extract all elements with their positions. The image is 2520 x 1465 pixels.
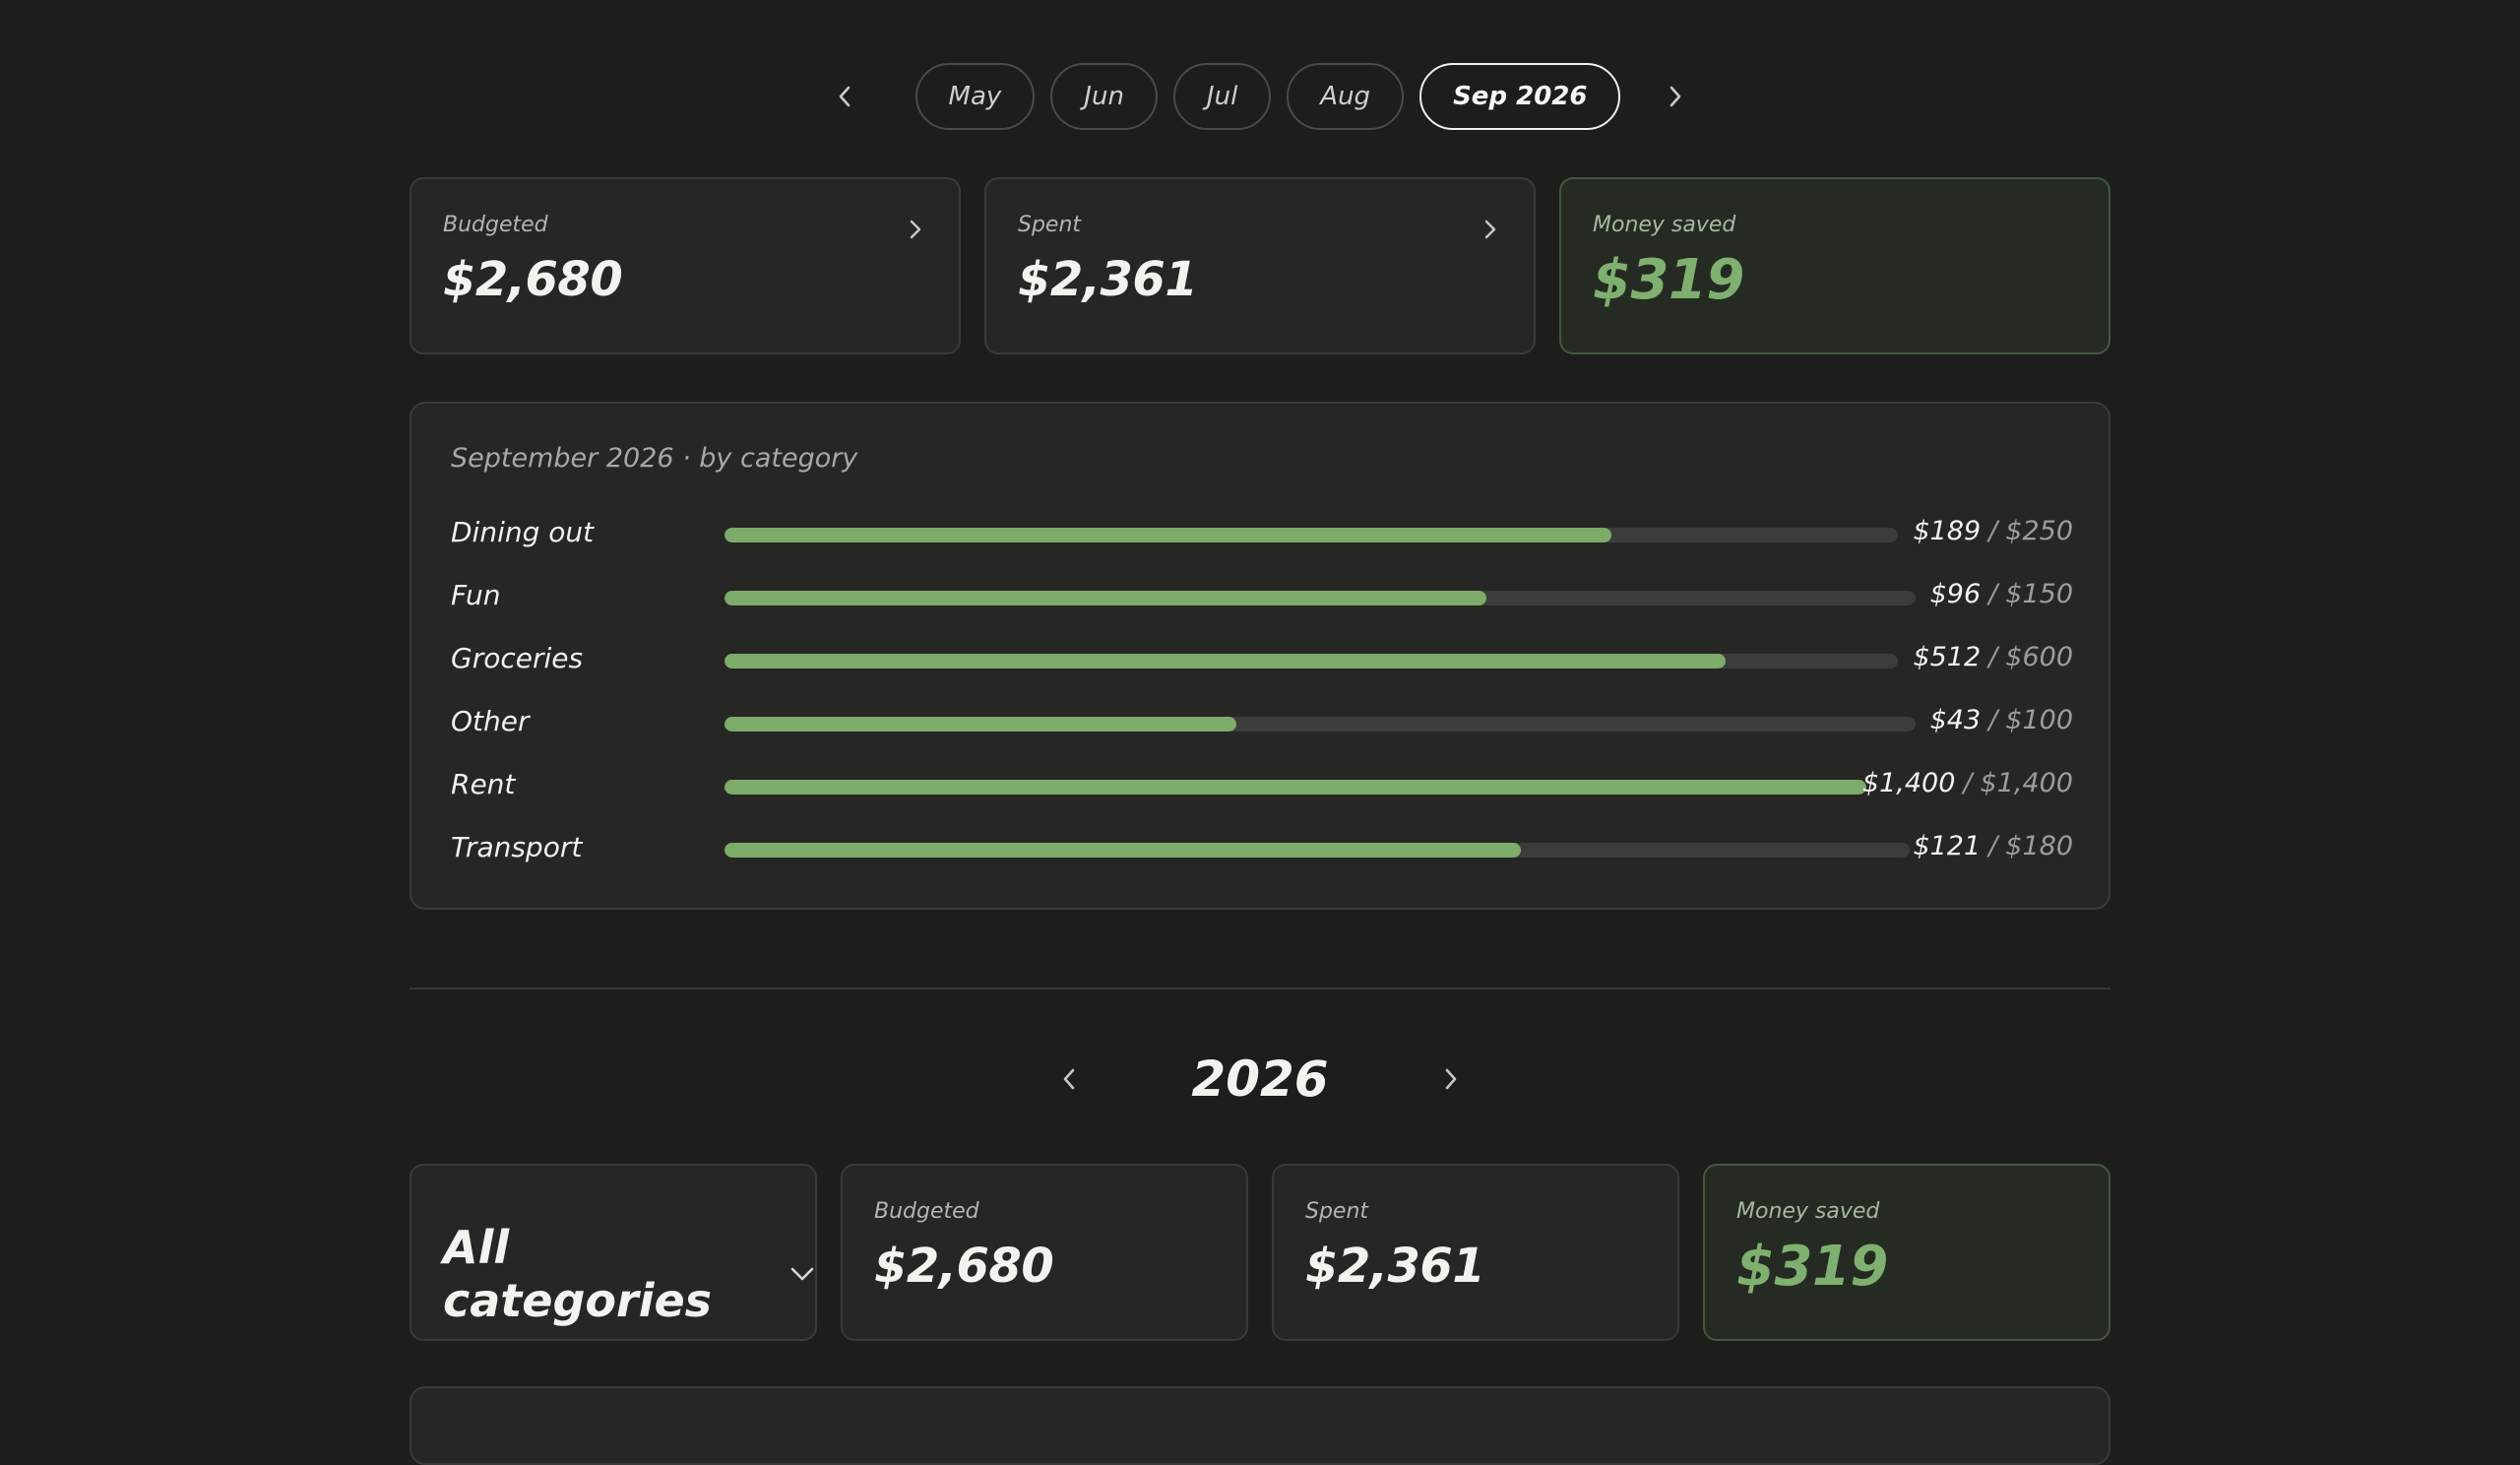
category-row: Fun $96/$150	[451, 577, 2073, 616]
category-budget: $150	[2005, 579, 2073, 609]
category-row: Other $43/$100	[451, 703, 2073, 742]
category-budget: $1,400	[1980, 768, 2073, 798]
category-budget: $180	[2005, 831, 2073, 861]
money-saved-label: Money saved	[1736, 1199, 1880, 1224]
category-amounts: $512/$600	[1913, 642, 2073, 672]
spent-label: Spent	[1018, 213, 1082, 237]
category-name: Rent	[451, 768, 516, 800]
category-amounts: $121/$180	[1913, 831, 2073, 861]
yearly-breakdown-panel	[410, 1386, 2110, 1465]
money-saved-value: $319	[1593, 248, 1744, 312]
progress-fill	[724, 654, 1726, 669]
year-budgeted-card: Budgeted $2,680	[841, 1164, 1248, 1341]
progress-track	[724, 780, 1866, 795]
category-budget: $100	[2005, 705, 2073, 735]
budgeted-label: Budgeted	[443, 213, 548, 237]
category-budget: $600	[2005, 642, 2073, 672]
category-row: Transport $121/$180	[451, 829, 2073, 868]
amount-separator: /	[1988, 831, 1998, 861]
amount-separator: /	[1988, 579, 1998, 609]
category-name: Transport	[451, 831, 583, 863]
spent-value: $2,361	[1018, 252, 1198, 307]
month-pill-aug[interactable]: Aug	[1287, 63, 1405, 130]
progress-fill	[724, 591, 1487, 605]
spent-card[interactable]: Spent $2,361	[984, 177, 1536, 354]
category-amounts: $43/$100	[1930, 705, 2073, 735]
money-saved-card: Money saved $319	[1559, 177, 2110, 354]
chevron-right-icon[interactable]	[1482, 219, 1498, 240]
chevron-down-icon	[789, 1265, 815, 1283]
category-name: Dining out	[451, 516, 595, 548]
month-pill-jun[interactable]: Jun	[1050, 63, 1158, 130]
category-spent: $189	[1913, 516, 1982, 546]
category-row: Groceries $512/$600	[451, 640, 2073, 679]
next-month-arrow-icon[interactable]	[1648, 69, 1703, 124]
section-divider	[410, 987, 2110, 989]
year-title: 2026	[1191, 1051, 1329, 1108]
category-spent: $1,400	[1861, 768, 1956, 798]
category-breakdown-panel: September 2026 · by category Dining out …	[410, 402, 2110, 910]
progress-fill	[724, 843, 1522, 858]
month-pill-active[interactable]: Sep 2026	[1419, 63, 1621, 130]
category-name: Groceries	[451, 642, 584, 674]
progress-track	[724, 654, 1898, 669]
progress-track	[724, 717, 1916, 732]
progress-fill	[724, 528, 1612, 542]
budgeted-value: $2,680	[443, 252, 623, 307]
category-amounts: $96/$150	[1930, 579, 2073, 609]
budgeted-label: Budgeted	[874, 1199, 979, 1224]
category-row: Dining out $189/$250	[451, 514, 2073, 553]
year-navigation: 2026	[0, 1044, 2520, 1115]
spent-label: Spent	[1305, 1199, 1369, 1224]
money-saved-value: $319	[1736, 1235, 1888, 1299]
money-saved-label: Money saved	[1593, 213, 1736, 237]
category-spent: $512	[1913, 642, 1982, 672]
chevron-right-icon[interactable]	[908, 219, 923, 240]
progress-track	[724, 528, 1898, 542]
amount-separator: /	[1988, 642, 1998, 672]
progress-track	[724, 591, 1916, 605]
previous-month-arrow-icon[interactable]	[817, 69, 872, 124]
category-budget: $250	[2005, 516, 2073, 546]
amount-separator: /	[1988, 705, 1998, 735]
amount-separator: /	[1988, 516, 1998, 546]
month-navigation: May Jun Jul Aug Sep 2026	[0, 63, 2520, 130]
category-spent: $121	[1913, 831, 1982, 861]
category-row: Rent $1,400/$1,400	[451, 766, 2073, 805]
budgeted-card[interactable]: Budgeted $2,680	[410, 177, 961, 354]
category-select[interactable]: All categories	[410, 1164, 817, 1341]
category-spent: $96	[1929, 579, 1982, 609]
category-amounts: $189/$250	[1913, 516, 2073, 546]
category-name: Fun	[451, 579, 501, 611]
month-pill-may[interactable]: May	[914, 63, 1036, 130]
category-panel-title: September 2026 · by category	[451, 443, 858, 474]
category-select-value: All categories	[443, 1221, 713, 1327]
category-name: Other	[451, 705, 530, 737]
budgeted-value: $2,680	[874, 1239, 1054, 1294]
progress-fill	[724, 780, 1866, 795]
month-pill-jul[interactable]: Jul	[1172, 63, 1272, 130]
next-year-arrow-icon[interactable]	[1423, 1051, 1479, 1107]
progress-track	[724, 843, 1910, 858]
previous-year-arrow-icon[interactable]	[1041, 1051, 1097, 1107]
year-spent-card: Spent $2,361	[1272, 1164, 1679, 1341]
category-spent: $43	[1929, 705, 1982, 735]
amount-separator: /	[1963, 768, 1973, 798]
spent-value: $2,361	[1305, 1239, 1485, 1294]
category-select-control[interactable]: All categories	[443, 1221, 815, 1327]
year-money-saved-card: Money saved $319	[1703, 1164, 2110, 1341]
progress-fill	[724, 717, 1237, 732]
category-amounts: $1,400/$1,400	[1862, 768, 2073, 798]
